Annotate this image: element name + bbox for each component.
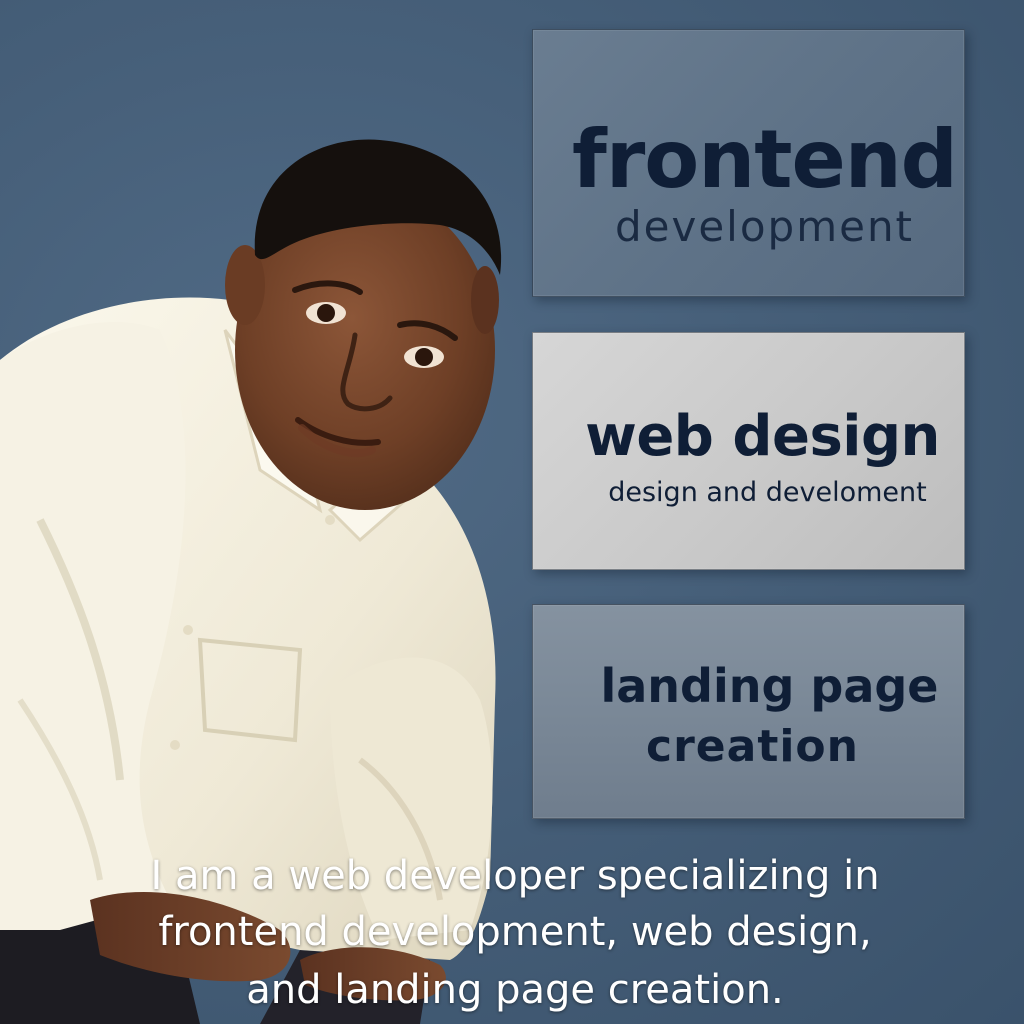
service-card-frontend: frontend development — [532, 29, 965, 297]
service-card-web-design: web design design and develoment — [532, 332, 965, 570]
caption-line-3: and landing page creation. — [246, 967, 784, 1013]
service-card-landing-page: landing page creation — [532, 604, 965, 819]
card-title: frontend — [572, 113, 958, 206]
card-subtitle: design and develoment — [608, 477, 927, 508]
caption-line-2: frontend development, web design, — [158, 909, 872, 955]
card-subtitle: creation — [646, 721, 859, 772]
caption-line-1: I am a web developer specializing in — [150, 853, 880, 899]
card-title: landing page — [600, 659, 939, 713]
card-title: web design — [585, 404, 940, 469]
poster: frontend development web design design a… — [0, 0, 1024, 1024]
card-subtitle: development — [614, 202, 915, 251]
